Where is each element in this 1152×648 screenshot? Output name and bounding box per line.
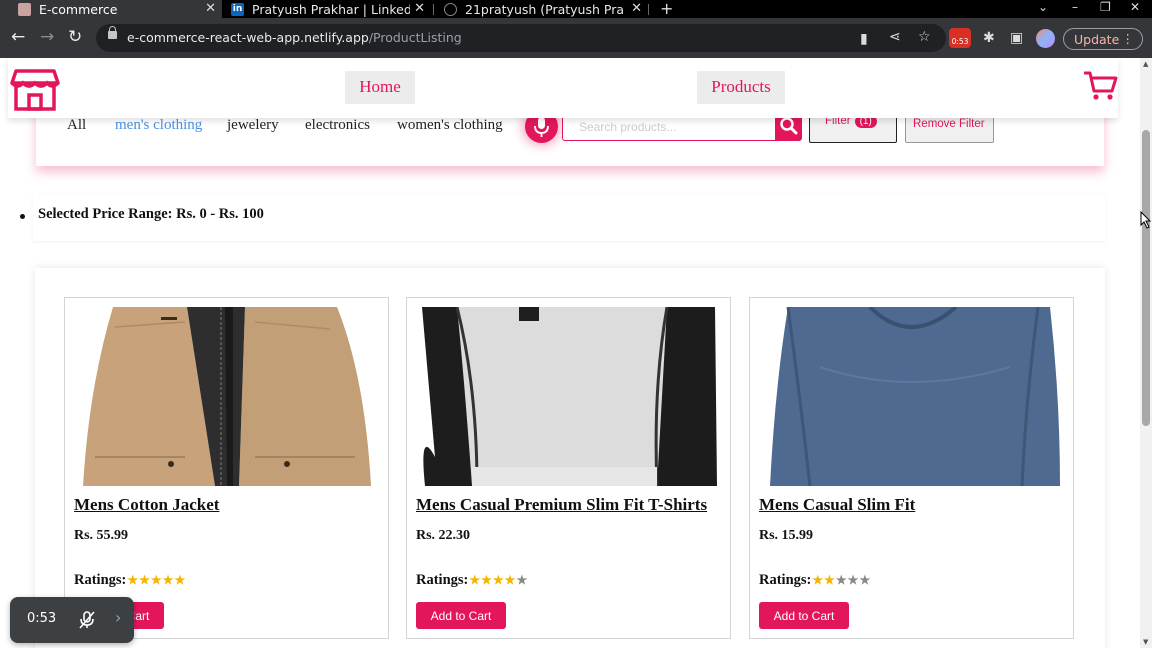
- star-filled-icon: ★: [139, 573, 150, 587]
- raglan-tshirt-image: [417, 307, 719, 486]
- jacket-image: [75, 307, 377, 486]
- category-all[interactable]: All: [67, 117, 86, 134]
- mouse-cursor-icon: [1140, 211, 1152, 229]
- category-jewelery[interactable]: jewelery: [227, 117, 279, 134]
- category-electronics[interactable]: electronics: [305, 117, 370, 134]
- tab-linkedin[interactable]: in Pratyush Prakhar | Linked ✕: [213, 0, 431, 18]
- new-tab-icon[interactable]: +: [660, 0, 673, 18]
- star-empty-icon: ★: [847, 573, 859, 587]
- star-rating: ★ ★ ★ ★ ★: [469, 573, 528, 588]
- product-title[interactable]: Mens Casual Premium Slim Fit T-Shirts: [416, 495, 707, 515]
- tab-github[interactable]: 21pratyush (Pratyush Pra ✕: [426, 0, 648, 18]
- forward-icon[interactable]: →: [40, 27, 54, 47]
- tab-ecommerce[interactable]: E-commerce ✕: [0, 0, 222, 18]
- url-text: e-commerce-react-web-app.netlify.app/Pro…: [127, 30, 462, 45]
- product-price: Rs. 55.99: [74, 528, 129, 543]
- ratings-label: Ratings:: [74, 572, 127, 588]
- product-image[interactable]: [417, 307, 719, 486]
- store-logo-icon[interactable]: [10, 67, 60, 113]
- product-image[interactable]: [760, 307, 1062, 486]
- star-filled-icon: ★: [481, 573, 492, 587]
- product-card[interactable]: Mens Cotton Jacket Rs. 55.99 Ratings: ★ ★…: [64, 297, 389, 639]
- cart-icon[interactable]: [1084, 70, 1118, 102]
- share-icon[interactable]: ⋖: [889, 29, 901, 45]
- star-empty-icon: ★: [859, 573, 871, 587]
- extensions-icon[interactable]: ✱: [983, 30, 995, 46]
- nav-products[interactable]: Products: [697, 71, 785, 104]
- linkedin-icon: in: [231, 2, 244, 16]
- star-empty-icon: ★: [835, 573, 847, 587]
- product-ratings: Ratings: ★ ★ ★ ★ ★: [759, 572, 871, 589]
- star-filled-icon: ★: [812, 573, 824, 587]
- star-empty-icon: ★: [516, 573, 528, 587]
- star-filled-icon: ★: [162, 573, 174, 587]
- product-card[interactable]: Mens Casual Slim Fit Rs. 15.99 Ratings: …: [749, 297, 1074, 639]
- close-tab-icon[interactable]: ✕: [631, 1, 642, 16]
- product-grid: Mens Cotton Jacket Rs. 55.99 Ratings: ★ ★…: [35, 268, 1105, 648]
- star-filled-icon: ★: [504, 573, 516, 587]
- tab-search-icon[interactable]: ⌄: [1038, 0, 1048, 14]
- scroll-up-icon[interactable]: ▲: [1143, 60, 1148, 68]
- screen-recording-badge[interactable]: 0:53: [949, 28, 971, 48]
- nav-home[interactable]: Home: [345, 71, 415, 104]
- category-mens-clothing[interactable]: men's clothing: [115, 117, 202, 134]
- price-range-text: Selected Price Range: Rs. 0 - Rs. 100: [38, 206, 264, 222]
- tab-title: Pratyush Prakhar | Linked: [252, 1, 410, 17]
- microphone-off-icon[interactable]: [77, 610, 97, 630]
- product-ratings: Ratings: ★ ★ ★ ★ ★: [74, 572, 186, 589]
- star-filled-icon: ★: [492, 573, 504, 587]
- product-title[interactable]: Mens Cotton Jacket: [74, 495, 219, 515]
- recording-timer: 0:53: [27, 611, 57, 626]
- site-header: Home Products: [8, 58, 1118, 118]
- price-range-info: Selected Price Range: Rs. 0 - Rs. 100: [20, 194, 1105, 241]
- store-favicon-icon: [18, 2, 31, 16]
- star-filled-icon: ★: [824, 573, 835, 587]
- star-rating: ★ ★ ★ ★ ★: [812, 573, 871, 588]
- product-price: Rs. 15.99: [759, 528, 814, 543]
- lock-icon: [108, 26, 117, 39]
- address-bar[interactable]: e-commerce-react-web-app.netlify.app/Pro…: [96, 24, 946, 52]
- browser-toolbar: ← → ↻ e-commerce-react-web-app.netlify.a…: [0, 18, 1152, 58]
- product-price: Rs. 22.30: [416, 528, 471, 543]
- close-tab-icon[interactable]: ✕: [414, 1, 425, 16]
- star-filled-icon: ★: [174, 573, 186, 587]
- product-ratings: Ratings: ★ ★ ★ ★ ★: [416, 572, 528, 589]
- more-icon: ⋮: [1121, 31, 1135, 46]
- tab-separator: [648, 4, 649, 15]
- bullet-point: [20, 214, 25, 219]
- star-filled-icon: ★: [469, 573, 481, 587]
- camera-icon[interactable]: ▮: [860, 31, 868, 47]
- scrollbar-thumb[interactable]: [1142, 130, 1150, 426]
- github-icon: [444, 2, 457, 16]
- tab-strip: E-commerce ✕ in Pratyush Prakhar | Linke…: [0, 0, 1152, 18]
- star-filled-icon: ★: [127, 573, 139, 587]
- star-rating: ★ ★ ★ ★ ★: [127, 573, 186, 588]
- ratings-label: Ratings:: [759, 572, 812, 588]
- star-filled-icon: ★: [150, 573, 162, 587]
- side-panel-icon[interactable]: ▣: [1010, 30, 1023, 46]
- page-viewport: Home Products All men's clothing jeweler…: [0, 58, 1140, 648]
- reload-icon[interactable]: ↻: [68, 27, 82, 47]
- profile-avatar[interactable]: [1036, 29, 1055, 48]
- scroll-down-icon[interactable]: ▼: [1143, 638, 1148, 646]
- tab-title: E-commerce: [39, 1, 118, 17]
- back-icon[interactable]: ←: [11, 27, 25, 47]
- product-card[interactable]: Mens Casual Premium Slim Fit T-Shirts Rs…: [406, 297, 731, 639]
- product-image[interactable]: [75, 307, 377, 486]
- close-window-icon[interactable]: ✕: [1130, 0, 1140, 14]
- add-to-cart-button[interactable]: Add to Cart: [759, 602, 849, 629]
- tab-title: 21pratyush (Pratyush Pra: [465, 1, 623, 17]
- bookmark-star-icon[interactable]: ☆: [918, 29, 931, 45]
- product-title[interactable]: Mens Casual Slim Fit: [759, 495, 915, 515]
- screen-recorder-widget[interactable]: 0:53 ›: [10, 597, 134, 643]
- restore-icon[interactable]: ❐: [1100, 0, 1111, 14]
- page-scrollbar[interactable]: ▲ ▼: [1140, 58, 1152, 648]
- update-button[interactable]: Update ⋮: [1063, 28, 1143, 50]
- add-to-cart-button[interactable]: Add to Cart: [416, 602, 506, 629]
- minimize-icon[interactable]: –: [1072, 0, 1078, 14]
- ratings-label: Ratings:: [416, 572, 469, 588]
- category-womens-clothing[interactable]: women's clothing: [397, 117, 503, 134]
- blue-longsleeve-image: [760, 307, 1062, 486]
- chevron-right-icon[interactable]: ›: [115, 608, 121, 627]
